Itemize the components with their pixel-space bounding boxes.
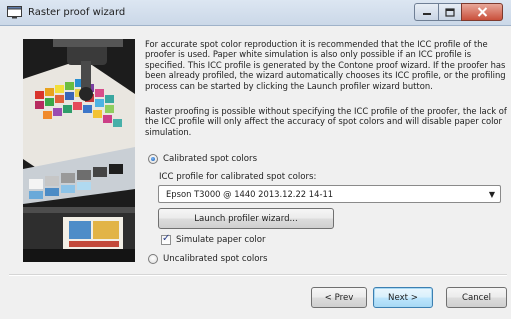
icc-profile-label: ICC profile for calibrated spot colors:	[159, 172, 317, 182]
calibrated-spot-colors-option[interactable]: Calibrated spot colors	[148, 154, 257, 164]
launch-profiler-wizard-button[interactable]: Launch profiler wizard...	[158, 208, 334, 229]
cancel-button[interactable]: Cancel	[446, 287, 507, 308]
info-paragraph-raster: Raster proofing is possible without spec…	[145, 106, 507, 137]
close-icon	[477, 7, 487, 17]
footer-separator	[9, 274, 507, 276]
uncalibrated-spot-colors-option[interactable]: Uncalibrated spot colors	[148, 254, 268, 264]
calibrated-spot-colors-radio[interactable]	[148, 154, 158, 164]
window-controls	[414, 3, 503, 22]
maximize-button[interactable]	[438, 3, 461, 21]
simulate-paper-color-option[interactable]: ✓ Simulate paper color	[161, 233, 266, 245]
maximize-icon	[445, 7, 455, 17]
window-title: Raster proof wizard	[28, 7, 126, 18]
info-paragraph-icc: For accurate spot color reproduction it …	[145, 39, 506, 91]
next-button[interactable]: Next >	[373, 287, 433, 308]
uncalibrated-spot-colors-label: Uncalibrated spot colors	[163, 254, 268, 264]
simulate-paper-color-checkbox[interactable]: ✓	[161, 233, 171, 245]
checkmark-icon: ✓	[162, 233, 171, 244]
simulate-paper-color-label: Simulate paper color	[176, 235, 266, 245]
cancel-button-label: Cancel	[461, 292, 492, 303]
app-window-icon	[7, 6, 22, 19]
icc-profile-dropdown[interactable]: Epson T3000 @ 1440 2013.12.22 14-11 ▼	[158, 185, 501, 203]
prev-button[interactable]: < Prev	[311, 287, 367, 308]
minimize-button[interactable]	[414, 3, 438, 21]
raster-proof-wizard-window: Raster proof wizard For accurate spot co…	[0, 0, 511, 319]
dropdown-arrow-icon: ▼	[488, 190, 495, 199]
uncalibrated-spot-colors-radio[interactable]	[148, 254, 158, 264]
calibrated-spot-colors-label: Calibrated spot colors	[163, 154, 258, 164]
launch-profiler-wizard-label: Launch profiler wizard...	[194, 213, 298, 224]
next-button-label: Next >	[388, 292, 418, 303]
title-bar[interactable]: Raster proof wizard	[0, 0, 511, 26]
minimize-icon	[422, 13, 431, 15]
prev-button-label: < Prev	[324, 292, 354, 303]
close-button[interactable]	[461, 3, 503, 21]
icc-profile-value: Epson T3000 @ 1440 2013.12.22 14-11	[166, 189, 334, 199]
printer-color-chart-image	[23, 39, 135, 262]
